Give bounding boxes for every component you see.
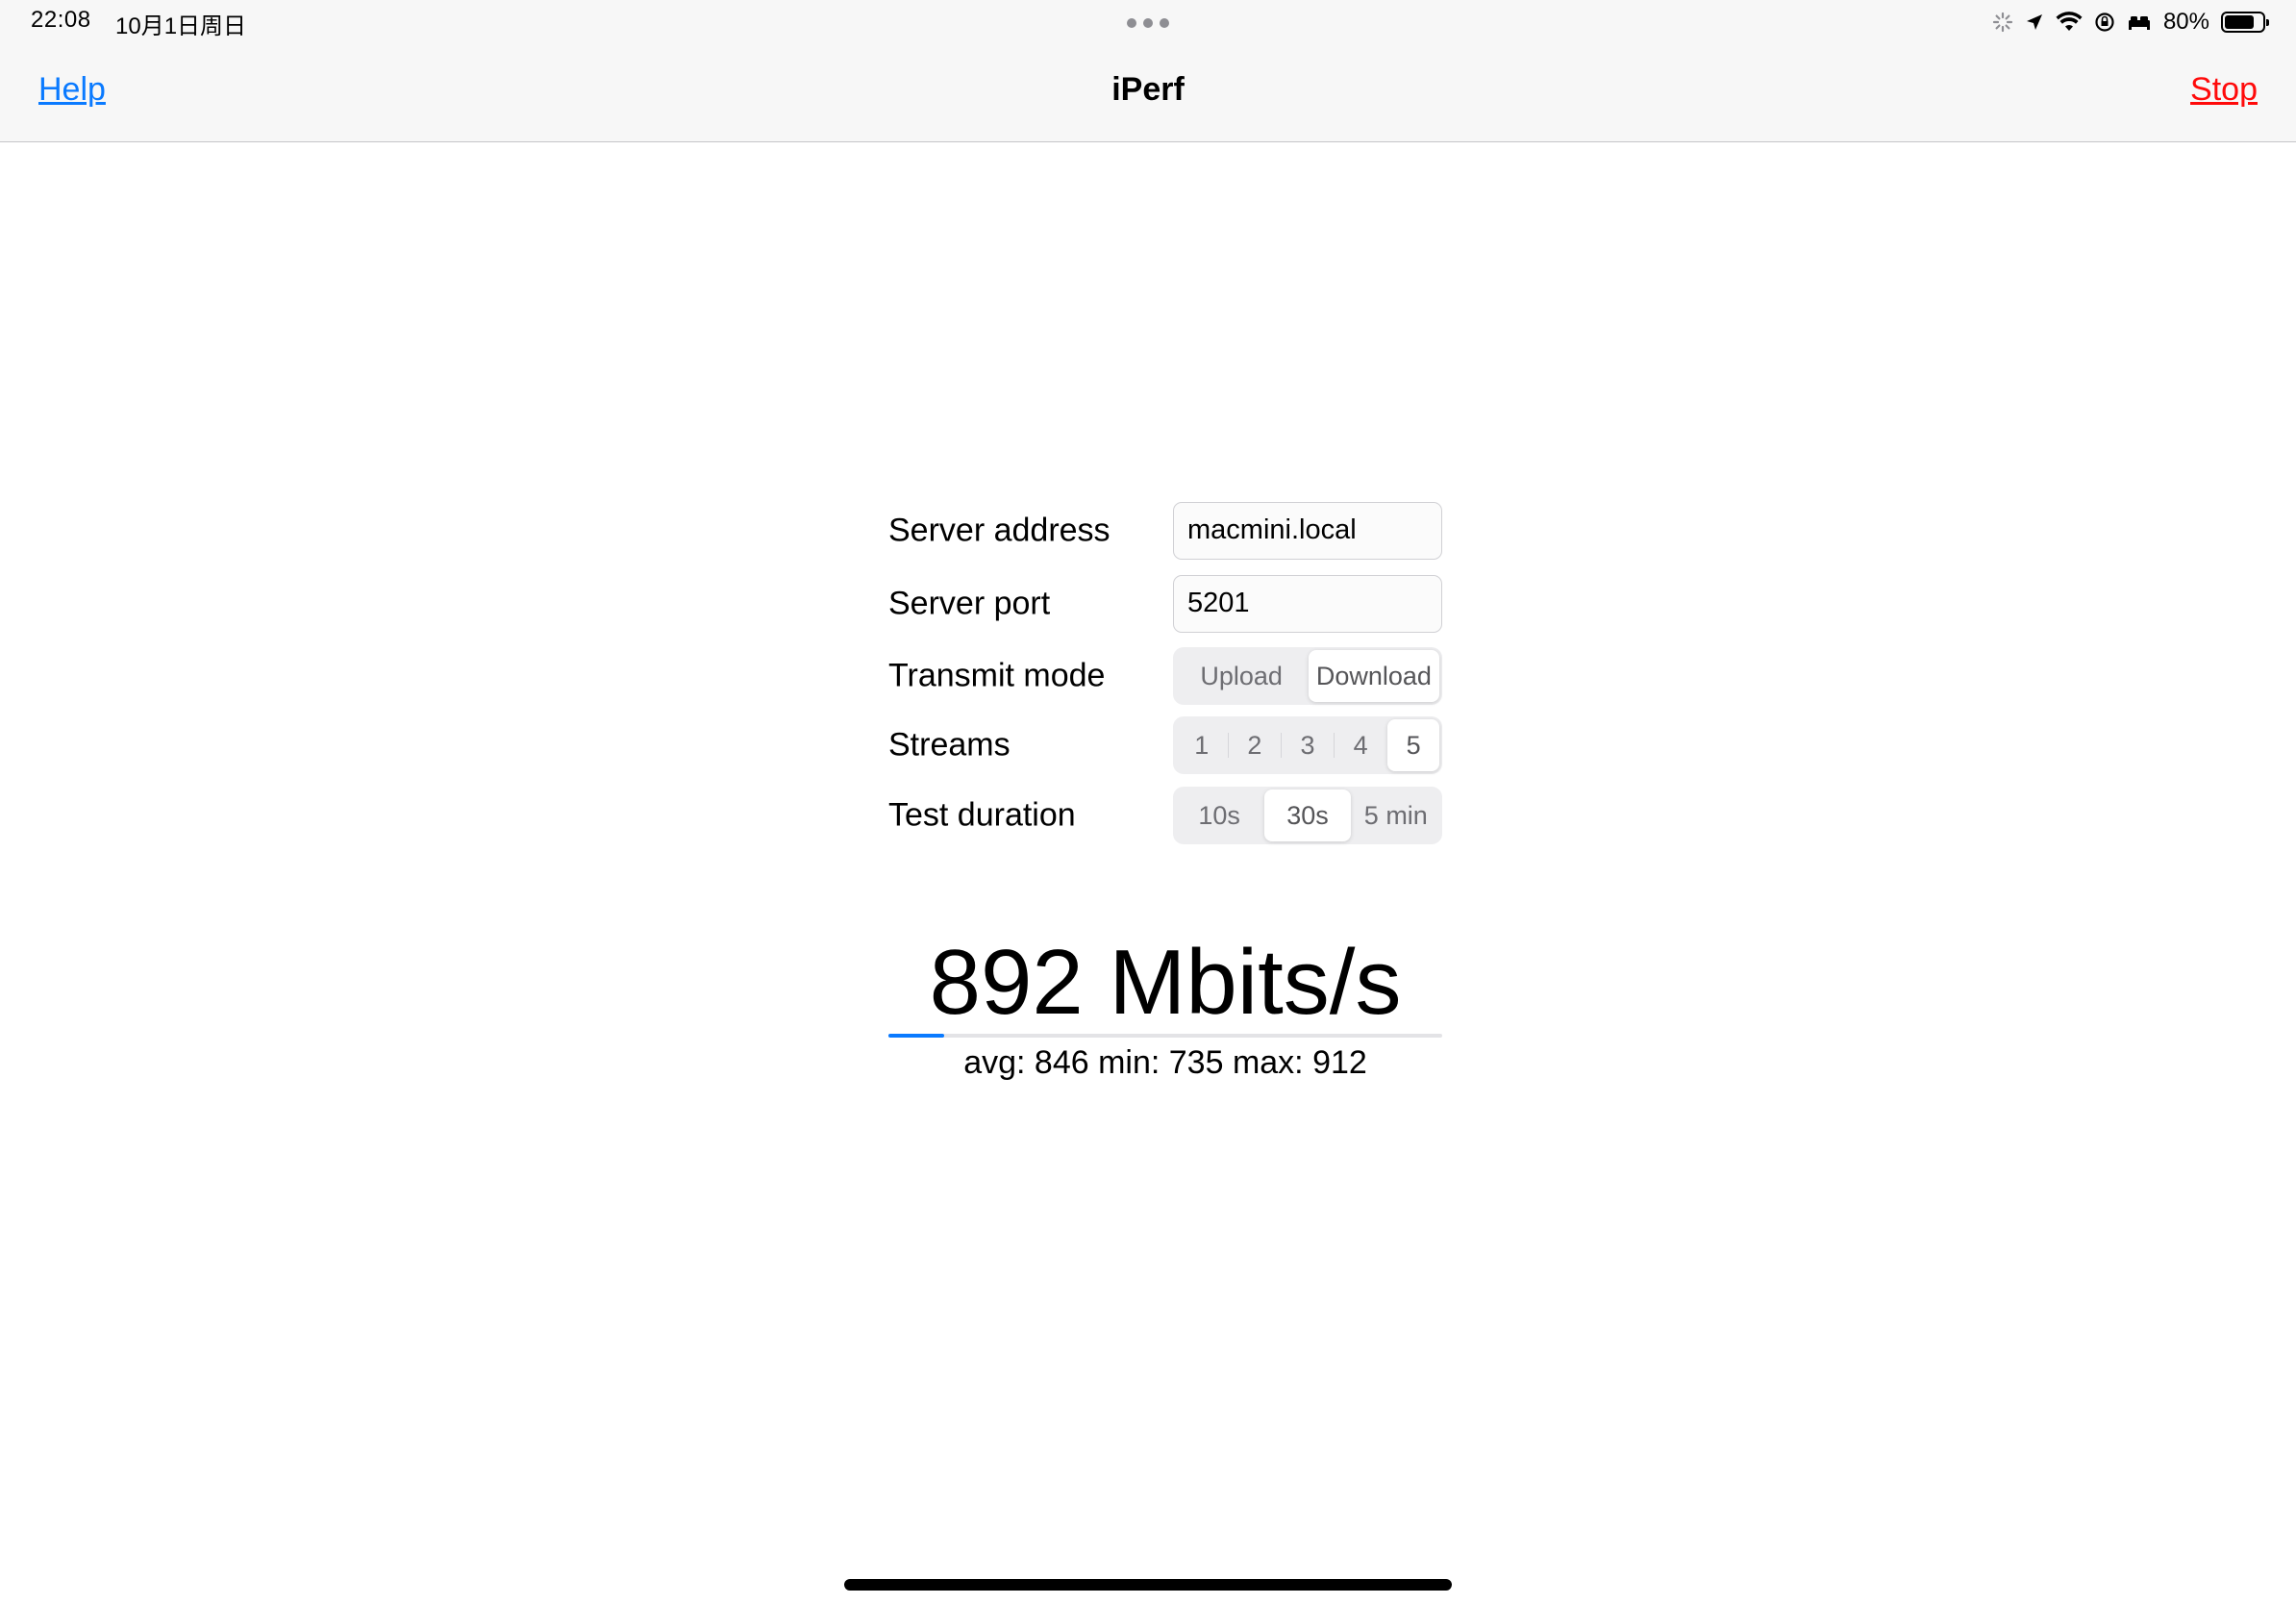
- test-duration-option-10s[interactable]: 10s: [1176, 789, 1262, 841]
- battery-percentage: 80%: [2162, 9, 2209, 35]
- location-arrow-icon: [2026, 14, 2042, 30]
- speed-statistics: avg: 846 min: 735 max: 912: [963, 1044, 1367, 1081]
- test-duration-option-5-min[interactable]: 5 min: [1353, 789, 1439, 841]
- test-duration-label: Test duration: [888, 796, 1076, 834]
- status-time: 22:08: [31, 7, 91, 33]
- transmit-mode-control: Upload Download: [1173, 647, 1442, 705]
- status-icons: 80%: [1992, 8, 2269, 37]
- screen-lock-rotation-icon: [2095, 13, 2114, 32]
- server-port-label: Server port: [888, 585, 1051, 622]
- streams-option-2[interactable]: 2: [1229, 719, 1281, 771]
- multitasking-dots-icon[interactable]: [1127, 18, 1169, 28]
- server-address-row: Server address macmini.local: [888, 502, 1442, 560]
- status-date: 10月1日周日: [115, 13, 247, 39]
- streams-option-1[interactable]: 1: [1176, 719, 1228, 771]
- transmit-mode-option-upload[interactable]: Upload: [1176, 650, 1307, 702]
- streams-option-4[interactable]: 4: [1335, 719, 1386, 771]
- navigation-bar: Help iPerf Stop: [0, 44, 2296, 142]
- current-speed: 892 Mbits/s: [929, 931, 1402, 1034]
- server-port-row: Server port 5201: [888, 575, 1442, 633]
- home-indicator[interactable]: [844, 1579, 1452, 1591]
- streams-row: Streams 12345: [888, 716, 1442, 774]
- transmit-mode-row: Transmit mode Upload Download: [888, 647, 1442, 705]
- test-duration-row: Test duration 10s 30s 5 min: [888, 787, 1442, 844]
- transmit-mode-label: Transmit mode: [888, 657, 1106, 694]
- page-title: iPerf: [1111, 71, 1185, 108]
- wifi-icon: [2056, 12, 2083, 31]
- streams-label: Streams: [888, 726, 1011, 764]
- test-progress-bar: [888, 1034, 1442, 1038]
- sleep-bed-icon: [2128, 16, 2150, 30]
- stop-button[interactable]: Stop: [2190, 71, 2258, 109]
- status-bar: 22:08 10月1日周日 80%: [0, 0, 2296, 44]
- transmit-mode-option-download[interactable]: Download: [1308, 650, 1439, 702]
- test-progress-fill: [888, 1034, 944, 1038]
- battery-icon: [2221, 12, 2269, 33]
- server-address-label: Server address: [888, 512, 1111, 549]
- server-address-input[interactable]: macmini.local: [1173, 502, 1442, 560]
- streams-control: 12345: [1173, 716, 1442, 774]
- server-port-input[interactable]: 5201: [1173, 575, 1442, 633]
- streams-option-3[interactable]: 3: [1282, 719, 1334, 771]
- streams-option-5[interactable]: 5: [1387, 719, 1439, 771]
- test-duration-control: 10s 30s 5 min: [1173, 787, 1442, 844]
- loading-spinner-icon: [1992, 12, 2013, 33]
- test-duration-option-30s[interactable]: 30s: [1263, 789, 1352, 841]
